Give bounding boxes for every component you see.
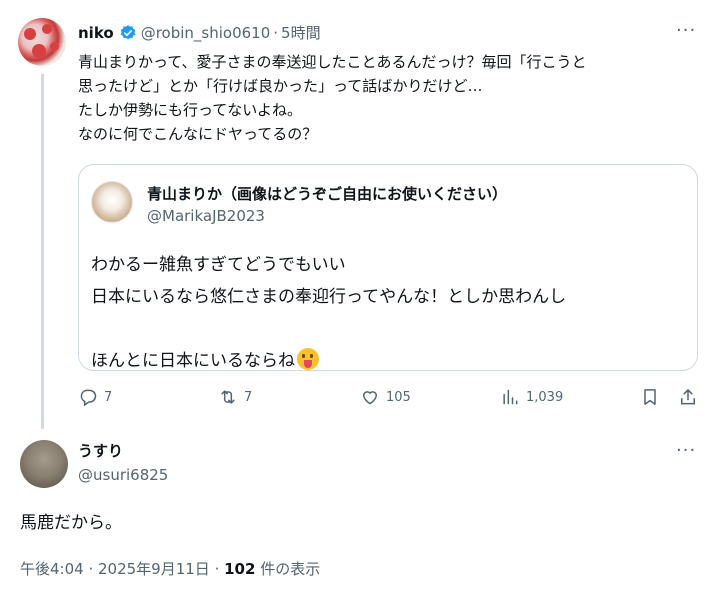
face-with-tongue-emoji — [297, 348, 319, 370]
tweet-header: niko @robin_shio0610 · 5時間 — [78, 22, 321, 43]
action-bar: 7 7 105 1,039 — [78, 387, 698, 411]
views-button[interactable]: 1,039 — [500, 387, 563, 407]
quoted-line: 日本にいるなら悠仁さまの奉迎行ってやんな！としか思わんし — [91, 287, 567, 307]
quoted-line-with-emoji: ほんとに日本にいるならね — [91, 345, 566, 377]
reply-icon — [80, 389, 97, 407]
post-timestamp[interactable]: 午後4:04 · 2025年9月11日 — [20, 560, 210, 578]
more-icon[interactable]: ··· — [676, 440, 696, 461]
author-handle[interactable]: @robin_shio0610 — [141, 24, 271, 42]
retweet-button[interactable]: 7 — [218, 387, 252, 407]
quoted-line: ほんとに日本にいるならね — [91, 351, 295, 371]
post-meta: 午後4:04 · 2025年9月11日 · 102 件の表示 — [20, 558, 320, 579]
view-count: 1,039 — [526, 389, 564, 405]
views-icon — [503, 389, 518, 405]
quoted-tweet-card[interactable]: 青山まりか（画像はどうぞご自由にお使いください） @MarikaJB2023 わ… — [78, 164, 698, 371]
reply-text: 馬鹿だから。 — [20, 513, 122, 533]
avatar[interactable] — [18, 18, 66, 66]
like-count: 105 — [386, 389, 411, 405]
tweet-text: 青山まりかって、愛子さまの奉送迎したことあるんだっけ？毎回「行こうと 思ったけど… — [78, 50, 698, 146]
reply-button[interactable]: 7 — [78, 387, 112, 407]
like-icon — [362, 391, 378, 405]
verified-icon — [120, 24, 136, 39]
tweet-line: たしか伊勢にも行ってないよね。 — [78, 101, 302, 119]
author-name[interactable]: niko — [78, 24, 114, 42]
quoted-line — [91, 313, 566, 345]
more-icon[interactable]: ··· — [676, 20, 696, 41]
views-number: 102 — [224, 560, 256, 578]
reply-count: 7 — [104, 389, 113, 405]
thread-connector-line — [41, 74, 44, 429]
tweet-line: 青山まりかって、愛子さまの奉送迎したことあるんだっけ？毎回「行こうと — [78, 53, 587, 71]
tweet-line: 思ったけど」とか「行けば良かった」って話ばかりだけど… — [78, 77, 483, 95]
bookmark-button[interactable] — [640, 387, 666, 407]
reply-author-handle[interactable]: @usuri6825 — [78, 466, 168, 484]
reply-author-name[interactable]: うすり — [78, 440, 123, 461]
quoted-author-handle[interactable]: @MarikaJB2023 — [147, 207, 265, 225]
retweet-icon — [221, 390, 235, 404]
quoted-author-name[interactable]: 青山まりか（画像はどうぞご自由にお使いください） — [147, 183, 507, 204]
like-button[interactable]: 105 — [360, 387, 411, 407]
tweet-line: なのに何でこんなにドヤってるの？ — [78, 125, 318, 143]
bookmark-icon — [644, 389, 656, 405]
quoted-text: わかるー雑魚すぎてどうでもいい 日本にいるなら悠仁さまの奉迎行ってやんな！としか… — [91, 249, 566, 377]
share-button[interactable] — [678, 387, 704, 407]
quoted-avatar[interactable] — [91, 181, 133, 223]
share-icon — [681, 389, 695, 405]
reply-avatar[interactable] — [20, 440, 68, 488]
quoted-line: わかるー雑魚すぎてどうでもいい — [91, 255, 346, 275]
post-time[interactable]: 5時間 — [281, 22, 321, 43]
views-label: 件の表示 — [255, 560, 321, 578]
retweet-count: 7 — [244, 389, 253, 405]
meta-separator: · — [209, 560, 225, 578]
separator-dot: · — [273, 23, 279, 42]
